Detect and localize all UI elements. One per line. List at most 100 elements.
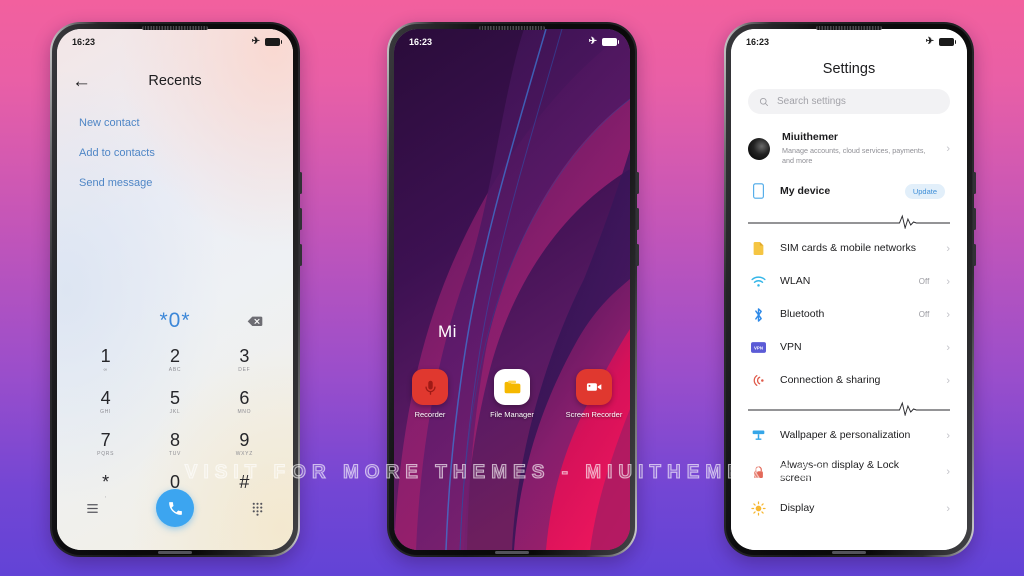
row-label: Always-on display & Lock screen xyxy=(780,459,900,484)
hamburger-menu-icon[interactable] xyxy=(85,501,100,516)
dialpad-key-6[interactable]: 6 MNO xyxy=(210,388,279,414)
row-label: VPN xyxy=(780,341,802,354)
dialpad-key-1[interactable]: 1 ∞ xyxy=(71,347,140,373)
key-letters: GHI xyxy=(100,408,112,415)
account-name: Miuithemer xyxy=(782,131,839,144)
chevron-right-icon: › xyxy=(946,341,950,354)
app-label: Screen Recorder xyxy=(565,410,623,419)
settings-row-bluetooth[interactable]: Bluetooth Off › xyxy=(731,298,967,331)
back-arrow-icon[interactable]: ← xyxy=(72,72,91,91)
chevron-right-icon: › xyxy=(946,466,950,478)
heartbeat-divider-icon xyxy=(748,400,950,417)
settings-row-sim[interactable]: SIM cards & mobile networks › xyxy=(731,232,967,265)
side-buttons[interactable] xyxy=(973,172,976,280)
chevron-right-icon: › xyxy=(946,374,950,387)
dialpad-key-4[interactable]: 4 GHI xyxy=(71,388,140,415)
key-letters: ∞ xyxy=(103,366,108,373)
settings-row-wlan[interactable]: WLAN Off › xyxy=(731,265,967,298)
dialpad-key-7[interactable]: 7 PQRS xyxy=(71,430,140,456)
key-number: 3 xyxy=(239,346,250,366)
settings-row-connection-sharing[interactable]: Connection & sharing › xyxy=(731,364,967,397)
bottom-port xyxy=(158,551,192,554)
earpiece-grill xyxy=(142,26,208,30)
chevron-right-icon: › xyxy=(946,142,950,155)
dialer-screen: 16:23 ✈ ← Recents New contact Add to con… xyxy=(57,29,293,550)
row-label: Display xyxy=(780,502,815,515)
dialpad-key-5[interactable]: 5 JKL xyxy=(140,387,209,414)
status-time: 16:23 xyxy=(409,37,433,47)
status-bar: 16:23 ✈ xyxy=(731,29,967,55)
phone-home: 16:23 ✈ Mi Recorder File Manager Screen … xyxy=(387,22,639,557)
account-text: Miuithemer Manage accounts, cloud servic… xyxy=(782,131,934,165)
dialpad-key-9[interactable]: 9 WXYZ xyxy=(210,430,279,456)
phone-call-icon[interactable] xyxy=(156,489,194,527)
settings-row-account[interactable]: Miuithemer Manage accounts, cloud servic… xyxy=(731,125,967,172)
dialpad-key-8[interactable]: 8 TUV xyxy=(140,429,209,456)
chevron-right-icon: › xyxy=(946,308,950,321)
key-letters: ABC xyxy=(168,366,182,373)
battery-icon xyxy=(265,38,282,46)
battery-icon xyxy=(602,38,619,46)
backspace-icon[interactable] xyxy=(247,314,263,327)
connection-sharing-icon xyxy=(748,373,768,388)
side-buttons[interactable] xyxy=(299,172,302,280)
settings-row-wallpaper[interactable]: Wallpaper & personalization › xyxy=(731,419,967,452)
row-label: My device xyxy=(780,184,831,197)
key-number: 1 xyxy=(100,346,111,366)
settings-row-lock-screen[interactable]: Always-on display & Lock screen › xyxy=(731,452,967,492)
search-input[interactable]: Search settings xyxy=(748,89,950,114)
key-number: 8 xyxy=(169,429,180,450)
new-contact-link[interactable]: New contact xyxy=(79,117,155,129)
heartbeat-divider-icon xyxy=(748,213,950,230)
camcorder-icon xyxy=(576,369,612,405)
key-letters: DEF xyxy=(238,366,251,373)
app-row: Recorder File Manager Screen Recorder xyxy=(394,369,630,419)
update-badge[interactable]: Update xyxy=(904,183,945,199)
app-label: Recorder xyxy=(414,410,446,419)
chevron-right-icon: › xyxy=(946,242,950,255)
battery-icon xyxy=(939,38,956,46)
svg-text:VPN: VPN xyxy=(754,345,763,350)
phone-settings: 16:23 ✈ Settings Search settings Miuithe… xyxy=(724,22,976,557)
status-time: 16:23 xyxy=(72,37,96,47)
folder-icon xyxy=(494,369,530,405)
row-label: Bluetooth xyxy=(780,308,825,321)
page-title: Settings xyxy=(822,61,876,77)
dialer-action-links: New contact Add to contacts Send message xyxy=(79,117,155,189)
device-icon xyxy=(748,183,768,199)
app-label: File Manager xyxy=(490,410,534,419)
bottom-port xyxy=(495,551,529,554)
status-icons: ✈ xyxy=(589,37,619,47)
airplane-icon: ✈ xyxy=(251,36,260,47)
search-icon xyxy=(759,97,768,106)
dialpad[interactable]: 1∞2ABC3DEF4GHI5JKL6MNO7PQRS8TUV9WXYZ*,0+… xyxy=(71,347,279,499)
app-file-manager[interactable]: File Manager xyxy=(481,369,543,419)
earpiece-grill xyxy=(816,26,882,30)
app-screen-recorder[interactable]: Screen Recorder xyxy=(563,369,625,419)
sim-card-icon xyxy=(748,241,768,256)
app-recorder[interactable]: Recorder xyxy=(399,369,461,419)
send-message-link[interactable]: Send message xyxy=(79,177,155,189)
dialpad-key-2[interactable]: 2 ABC xyxy=(140,347,209,373)
add-to-contacts-link[interactable]: Add to contacts xyxy=(79,147,155,159)
settings-row-my-device[interactable]: My device Update xyxy=(731,172,967,210)
avatar-icon xyxy=(748,137,770,160)
settings-list: Miuithemer Manage accounts, cloud servic… xyxy=(731,125,967,550)
key-number: 5 xyxy=(169,387,180,408)
chevron-right-icon: › xyxy=(946,429,950,442)
bottom-port xyxy=(832,551,866,554)
dialpad-key-3[interactable]: 3 DEF xyxy=(210,347,279,373)
settings-row-display[interactable]: Display › xyxy=(731,492,967,525)
settings-screen: 16:23 ✈ Settings Search settings Miuithe… xyxy=(731,29,967,550)
row-label: Connection & sharing xyxy=(780,374,881,387)
key-number: 2 xyxy=(169,346,180,366)
row-label: WLAN xyxy=(780,275,811,288)
status-bar: 16:23 ✈ xyxy=(394,29,630,55)
row-label: SIM cards & mobile networks xyxy=(780,242,916,255)
dialpad-icon[interactable] xyxy=(250,501,265,516)
side-buttons[interactable] xyxy=(636,172,639,280)
settings-row-vpn[interactable]: VPN VPN › xyxy=(731,331,967,364)
status-bar: 16:23 ✈ xyxy=(57,29,293,55)
chevron-right-icon: › xyxy=(946,275,950,288)
wallpaper-icon xyxy=(748,428,768,443)
